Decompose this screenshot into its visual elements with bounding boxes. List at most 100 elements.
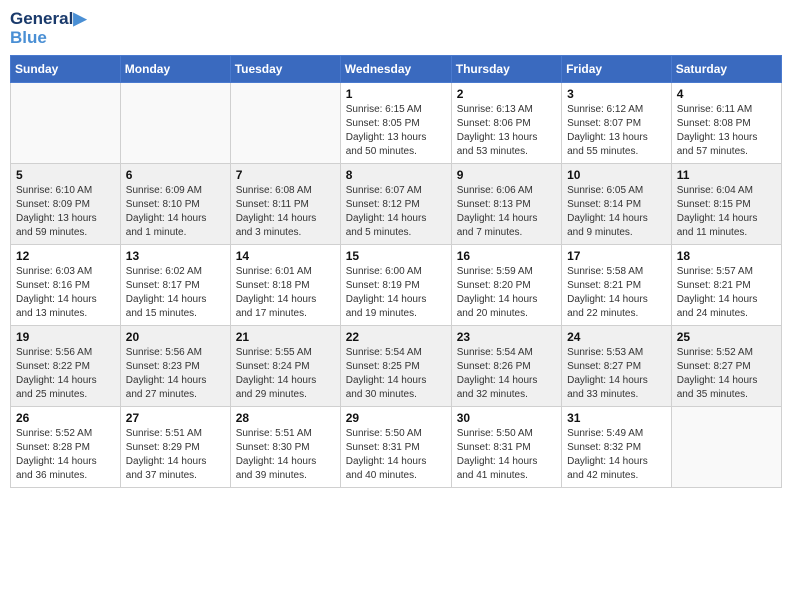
day-number: 22	[346, 330, 446, 344]
day-number: 8	[346, 168, 446, 182]
day-number: 28	[236, 411, 335, 425]
day-info: Sunrise: 6:13 AM Sunset: 8:06 PM Dayligh…	[457, 103, 556, 159]
day-info: Sunrise: 6:00 AM Sunset: 8:19 PM Dayligh…	[346, 265, 446, 321]
day-number: 24	[567, 330, 666, 344]
calendar-cell: 15 Sunrise: 6:00 AM Sunset: 8:19 PM Dayli…	[340, 245, 451, 326]
column-header-thursday: Thursday	[451, 56, 561, 83]
calendar-cell: 26 Sunrise: 5:52 AM Sunset: 8:28 PM Dayli…	[11, 407, 121, 488]
calendar-cell: 20 Sunrise: 5:56 AM Sunset: 8:23 PM Dayli…	[120, 326, 230, 407]
calendar-header-row: SundayMondayTuesdayWednesdayThursdayFrid…	[11, 56, 782, 83]
day-number: 29	[346, 411, 446, 425]
calendar-cell: 13 Sunrise: 6:02 AM Sunset: 8:17 PM Dayli…	[120, 245, 230, 326]
day-info: Sunrise: 5:53 AM Sunset: 8:27 PM Dayligh…	[567, 346, 666, 402]
day-info: Sunrise: 5:54 AM Sunset: 8:25 PM Dayligh…	[346, 346, 446, 402]
day-number: 18	[677, 249, 776, 263]
calendar-cell: 22 Sunrise: 5:54 AM Sunset: 8:25 PM Dayli…	[340, 326, 451, 407]
calendar-cell: 3Sunrise: 6:12 AM Sunset: 8:07 PM Daylig…	[562, 83, 672, 164]
calendar-cell: 23Sunrise: 5:54 AM Sunset: 8:26 PM Dayli…	[451, 326, 561, 407]
calendar-week-row: 5 Sunrise: 6:10 AM Sunset: 8:09 PM Daylig…	[11, 164, 782, 245]
calendar-cell: 10Sunrise: 6:05 AM Sunset: 8:14 PM Dayli…	[562, 164, 672, 245]
calendar-cell: 1Sunrise: 6:15 AM Sunset: 8:05 PM Daylig…	[340, 83, 451, 164]
day-info: Sunrise: 5:55 AM Sunset: 8:24 PM Dayligh…	[236, 346, 335, 402]
day-number: 20	[126, 330, 225, 344]
day-number: 15	[346, 249, 446, 263]
day-info: Sunrise: 5:52 AM Sunset: 8:27 PM Dayligh…	[677, 346, 776, 402]
day-info: Sunrise: 6:10 AM Sunset: 8:09 PM Dayligh…	[16, 184, 115, 240]
day-number: 6	[126, 168, 225, 182]
calendar-week-row: 19 Sunrise: 5:56 AM Sunset: 8:22 PM Dayli…	[11, 326, 782, 407]
calendar-cell	[11, 83, 121, 164]
calendar-cell: 12 Sunrise: 6:03 AM Sunset: 8:16 PM Dayli…	[11, 245, 121, 326]
day-number: 3	[567, 87, 666, 101]
day-number: 11	[677, 168, 776, 182]
logo-text: General▶	[10, 10, 86, 29]
page-header: General▶ Blue	[10, 10, 782, 47]
calendar-cell	[120, 83, 230, 164]
calendar-cell: 7Sunrise: 6:08 AM Sunset: 8:11 PM Daylig…	[230, 164, 340, 245]
day-info: Sunrise: 5:49 AM Sunset: 8:32 PM Dayligh…	[567, 427, 666, 483]
day-info: Sunrise: 6:06 AM Sunset: 8:13 PM Dayligh…	[457, 184, 556, 240]
day-number: 12	[16, 249, 115, 263]
day-info: Sunrise: 6:09 AM Sunset: 8:10 PM Dayligh…	[126, 184, 225, 240]
calendar-cell: 24 Sunrise: 5:53 AM Sunset: 8:27 PM Dayli…	[562, 326, 672, 407]
column-header-tuesday: Tuesday	[230, 56, 340, 83]
day-info: Sunrise: 5:51 AM Sunset: 8:30 PM Dayligh…	[236, 427, 335, 483]
column-header-friday: Friday	[562, 56, 672, 83]
day-number: 27	[126, 411, 225, 425]
column-header-sunday: Sunday	[11, 56, 121, 83]
calendar-week-row: 12 Sunrise: 6:03 AM Sunset: 8:16 PM Dayli…	[11, 245, 782, 326]
calendar-cell: 5 Sunrise: 6:10 AM Sunset: 8:09 PM Daylig…	[11, 164, 121, 245]
day-number: 19	[16, 330, 115, 344]
day-info: Sunrise: 5:52 AM Sunset: 8:28 PM Dayligh…	[16, 427, 115, 483]
calendar-week-row: 1Sunrise: 6:15 AM Sunset: 8:05 PM Daylig…	[11, 83, 782, 164]
day-info: Sunrise: 5:56 AM Sunset: 8:23 PM Dayligh…	[126, 346, 225, 402]
calendar-cell: 30 Sunrise: 5:50 AM Sunset: 8:31 PM Dayli…	[451, 407, 561, 488]
day-number: 13	[126, 249, 225, 263]
day-number: 7	[236, 168, 335, 182]
calendar-cell: 16Sunrise: 5:59 AM Sunset: 8:20 PM Dayli…	[451, 245, 561, 326]
calendar-cell: 28 Sunrise: 5:51 AM Sunset: 8:30 PM Dayli…	[230, 407, 340, 488]
calendar-cell: 17 Sunrise: 5:58 AM Sunset: 8:21 PM Dayli…	[562, 245, 672, 326]
calendar-cell: 29 Sunrise: 5:50 AM Sunset: 8:31 PM Dayli…	[340, 407, 451, 488]
calendar-cell: 25 Sunrise: 5:52 AM Sunset: 8:27 PM Dayli…	[671, 326, 781, 407]
day-number: 30	[457, 411, 556, 425]
calendar-cell: 9 Sunrise: 6:06 AM Sunset: 8:13 PM Daylig…	[451, 164, 561, 245]
day-info: Sunrise: 6:07 AM Sunset: 8:12 PM Dayligh…	[346, 184, 446, 240]
calendar-cell: 2 Sunrise: 6:13 AM Sunset: 8:06 PM Daylig…	[451, 83, 561, 164]
day-info: Sunrise: 5:57 AM Sunset: 8:21 PM Dayligh…	[677, 265, 776, 321]
calendar-cell: 27 Sunrise: 5:51 AM Sunset: 8:29 PM Dayli…	[120, 407, 230, 488]
day-info: Sunrise: 6:03 AM Sunset: 8:16 PM Dayligh…	[16, 265, 115, 321]
day-info: Sunrise: 6:04 AM Sunset: 8:15 PM Dayligh…	[677, 184, 776, 240]
day-number: 25	[677, 330, 776, 344]
day-info: Sunrise: 5:56 AM Sunset: 8:22 PM Dayligh…	[16, 346, 115, 402]
calendar-cell: 19 Sunrise: 5:56 AM Sunset: 8:22 PM Dayli…	[11, 326, 121, 407]
day-info: Sunrise: 6:11 AM Sunset: 8:08 PM Dayligh…	[677, 103, 776, 159]
logo: General▶ Blue	[10, 10, 86, 47]
logo-blue: Blue	[10, 29, 86, 48]
day-number: 26	[16, 411, 115, 425]
calendar-cell: 8 Sunrise: 6:07 AM Sunset: 8:12 PM Daylig…	[340, 164, 451, 245]
day-info: Sunrise: 6:02 AM Sunset: 8:17 PM Dayligh…	[126, 265, 225, 321]
day-info: Sunrise: 6:15 AM Sunset: 8:05 PM Dayligh…	[346, 103, 446, 159]
calendar-cell: 18 Sunrise: 5:57 AM Sunset: 8:21 PM Dayli…	[671, 245, 781, 326]
calendar-cell: 6 Sunrise: 6:09 AM Sunset: 8:10 PM Daylig…	[120, 164, 230, 245]
day-number: 2	[457, 87, 556, 101]
day-info: Sunrise: 5:50 AM Sunset: 8:31 PM Dayligh…	[346, 427, 446, 483]
calendar-week-row: 26 Sunrise: 5:52 AM Sunset: 8:28 PM Dayli…	[11, 407, 782, 488]
calendar-cell	[671, 407, 781, 488]
day-info: Sunrise: 5:50 AM Sunset: 8:31 PM Dayligh…	[457, 427, 556, 483]
day-info: Sunrise: 5:51 AM Sunset: 8:29 PM Dayligh…	[126, 427, 225, 483]
day-number: 17	[567, 249, 666, 263]
calendar-cell	[230, 83, 340, 164]
calendar-table: SundayMondayTuesdayWednesdayThursdayFrid…	[10, 55, 782, 488]
day-info: Sunrise: 5:58 AM Sunset: 8:21 PM Dayligh…	[567, 265, 666, 321]
day-info: Sunrise: 6:01 AM Sunset: 8:18 PM Dayligh…	[236, 265, 335, 321]
calendar-cell: 11 Sunrise: 6:04 AM Sunset: 8:15 PM Dayli…	[671, 164, 781, 245]
column-header-saturday: Saturday	[671, 56, 781, 83]
calendar-cell: 14Sunrise: 6:01 AM Sunset: 8:18 PM Dayli…	[230, 245, 340, 326]
day-number: 23	[457, 330, 556, 344]
column-header-monday: Monday	[120, 56, 230, 83]
day-number: 5	[16, 168, 115, 182]
day-info: Sunrise: 5:59 AM Sunset: 8:20 PM Dayligh…	[457, 265, 556, 321]
day-number: 9	[457, 168, 556, 182]
